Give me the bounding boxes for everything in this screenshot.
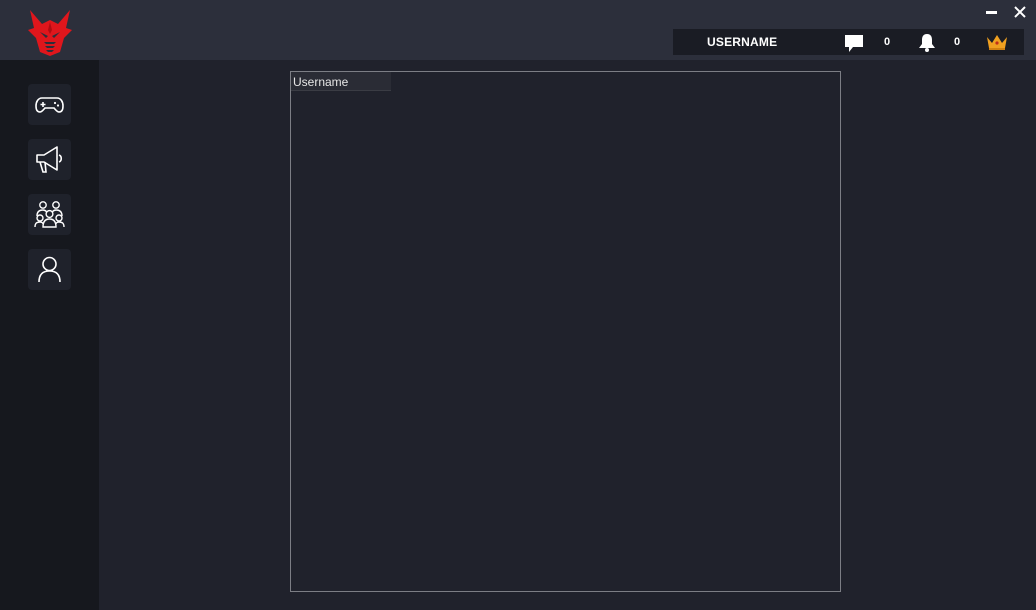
bell-icon[interactable] [918, 33, 936, 52]
sidebar-item-games[interactable] [28, 84, 71, 125]
sidebar-item-community[interactable] [28, 194, 71, 235]
minimize-button[interactable] [980, 2, 1002, 22]
user-status-bar: USERNAME 0 0 [673, 29, 1024, 55]
column-header-username[interactable]: Username [291, 72, 391, 91]
chat-bubble-icon[interactable] [844, 34, 864, 53]
user-icon [38, 256, 61, 283]
user-list[interactable]: Username [290, 71, 841, 592]
crown-icon[interactable] [985, 32, 1009, 51]
messages-count: 0 [884, 36, 891, 48]
close-icon [1014, 6, 1026, 18]
sidebar-item-profile[interactable] [28, 249, 71, 290]
dragon-logo-icon [28, 10, 72, 56]
sidebar-item-announcements[interactable] [28, 139, 71, 180]
title-bar: USERNAME 0 0 [0, 0, 1036, 60]
sidebar [0, 60, 99, 610]
gamepad-icon [35, 97, 64, 113]
megaphone-icon [36, 146, 63, 173]
notifications-count: 0 [954, 36, 961, 48]
group-icon [34, 201, 65, 228]
close-button[interactable] [1009, 2, 1031, 22]
username-label[interactable]: USERNAME [707, 35, 777, 49]
minimize-icon [986, 11, 997, 14]
